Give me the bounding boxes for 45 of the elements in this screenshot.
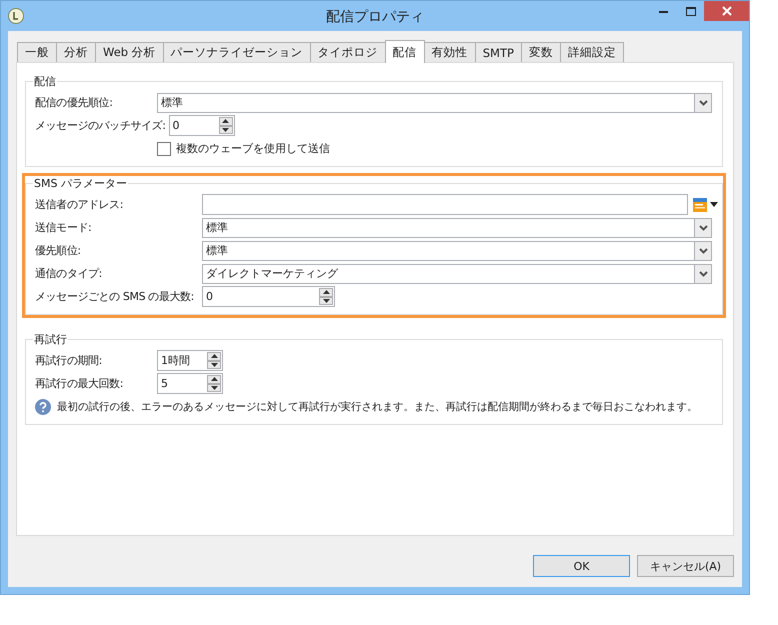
group-title: SMS パラメーター — [33, 176, 128, 191]
dropdown[interactable]: 標準 — [157, 92, 712, 112]
spin-field[interactable]: 1時間 — [157, 350, 223, 371]
tab[interactable]: 変数 — [520, 42, 561, 62]
spin-buttons-icon[interactable] — [218, 117, 233, 134]
info-text: 最初の試行の後、エラーのあるメッセージに対して再試行が実行されます。また、再試行は配信期間が終わるまで毎日おこなわれます。 — [57, 400, 698, 414]
field-label: 再試行の最大回数: — [35, 376, 124, 391]
spin-field[interactable]: 5 — [157, 373, 223, 394]
tab[interactable]: パーソナライゼーション — [162, 42, 311, 62]
field-label: メッセージのバッチサイズ: — [35, 118, 167, 133]
address-field[interactable] — [202, 194, 688, 215]
spin-buttons-icon[interactable] — [319, 288, 333, 305]
dropdown[interactable]: 標準 — [202, 218, 712, 238]
field-label: メッセージごとの SMS の最大数: — [35, 289, 195, 304]
spin-buttons-icon[interactable] — [207, 375, 221, 392]
field-label: 優先順位: — [35, 243, 82, 258]
app-icon — [8, 8, 24, 27]
group-title: 再試行 — [33, 332, 68, 347]
field-label: 送信者のアドレス: — [35, 197, 124, 212]
tab[interactable]: 分析 — [56, 42, 96, 62]
field-label: 通信のタイプ: — [35, 266, 103, 281]
checkbox[interactable] — [157, 142, 171, 156]
field-label: 再試行の期間: — [35, 353, 103, 368]
tab[interactable]: SMTP — [474, 42, 522, 62]
tab[interactable]: 一般 — [17, 42, 57, 62]
field-label: 送信モード: — [35, 220, 92, 235]
help-icon — [35, 398, 51, 414]
checkbox-label[interactable]: 複数のウェーブを使用して送信 — [176, 141, 330, 156]
tab[interactable]: 詳細設定 — [560, 42, 624, 62]
group-title: 配信 — [33, 74, 57, 89]
tab[interactable]: 配信 — [384, 40, 425, 63]
cancel-button[interactable]: キャンセル(A) — [637, 555, 734, 577]
tab[interactable]: Web 分析 — [95, 42, 164, 62]
spin-field[interactable]: 0 — [202, 286, 335, 307]
dropdown[interactable]: ダイレクトマーケティング — [202, 264, 712, 284]
address-book-icon[interactable] — [693, 198, 718, 212]
close-icon[interactable] — [704, 1, 749, 21]
tab[interactable]: タイポロジ — [310, 42, 386, 62]
spin-buttons-icon[interactable] — [207, 352, 221, 369]
dropdown[interactable]: 標準 — [202, 240, 712, 260]
tab[interactable]: 有効性 — [424, 42, 476, 62]
field-label: 配信の優先順位: — [35, 95, 114, 110]
ok-button[interactable]: OK — [533, 555, 630, 577]
spin-field[interactable]: 0 — [168, 115, 235, 136]
window-title: 配信プロパティ — [326, 8, 424, 26]
